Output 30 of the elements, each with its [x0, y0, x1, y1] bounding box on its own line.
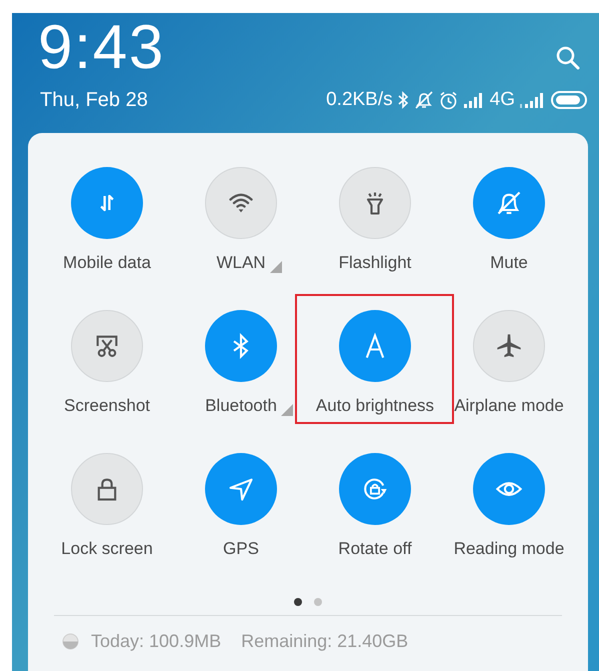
tile-label: Auto brightness [316, 395, 434, 417]
alarm-icon [438, 90, 458, 110]
data-used-today: Today: 100.9MB [91, 630, 222, 653]
battery-icon [551, 91, 587, 109]
tile-label: Rotate off [338, 538, 412, 560]
signal-icon [520, 92, 544, 108]
tile-label: Airplane mode [454, 395, 564, 417]
tile-label: Mobile data [63, 252, 151, 274]
bluetooth-icon [398, 91, 409, 109]
network-speed: 0.2KB/s [326, 88, 393, 112]
expand-triangle-icon[interactable] [270, 260, 282, 272]
search-icon[interactable] [555, 45, 581, 71]
signal-icon [462, 92, 485, 108]
bell-muted-icon [495, 189, 523, 217]
bell-muted-icon [414, 91, 434, 109]
tile-label: Reading mode [454, 538, 564, 560]
tile-label: WLAN [216, 252, 266, 274]
network-type: 4G [490, 88, 515, 112]
expand-triangle-icon[interactable] [280, 404, 293, 416]
tile-label: GPS [223, 538, 259, 560]
tile-label: Flashlight [338, 252, 412, 274]
tile-label: Bluetooth [205, 395, 277, 417]
data-remaining: Remaining: 21.40GB [241, 630, 408, 653]
tile-label: Screenshot [64, 395, 150, 417]
airplane-icon [495, 332, 523, 360]
data-usage-icon [62, 633, 79, 650]
clock-time: 9:43 [38, 23, 165, 73]
tile-label: Mute [490, 252, 528, 274]
date-label: Thu, Feb 28 [40, 88, 148, 113]
tile-label: Lock screen [61, 538, 153, 560]
